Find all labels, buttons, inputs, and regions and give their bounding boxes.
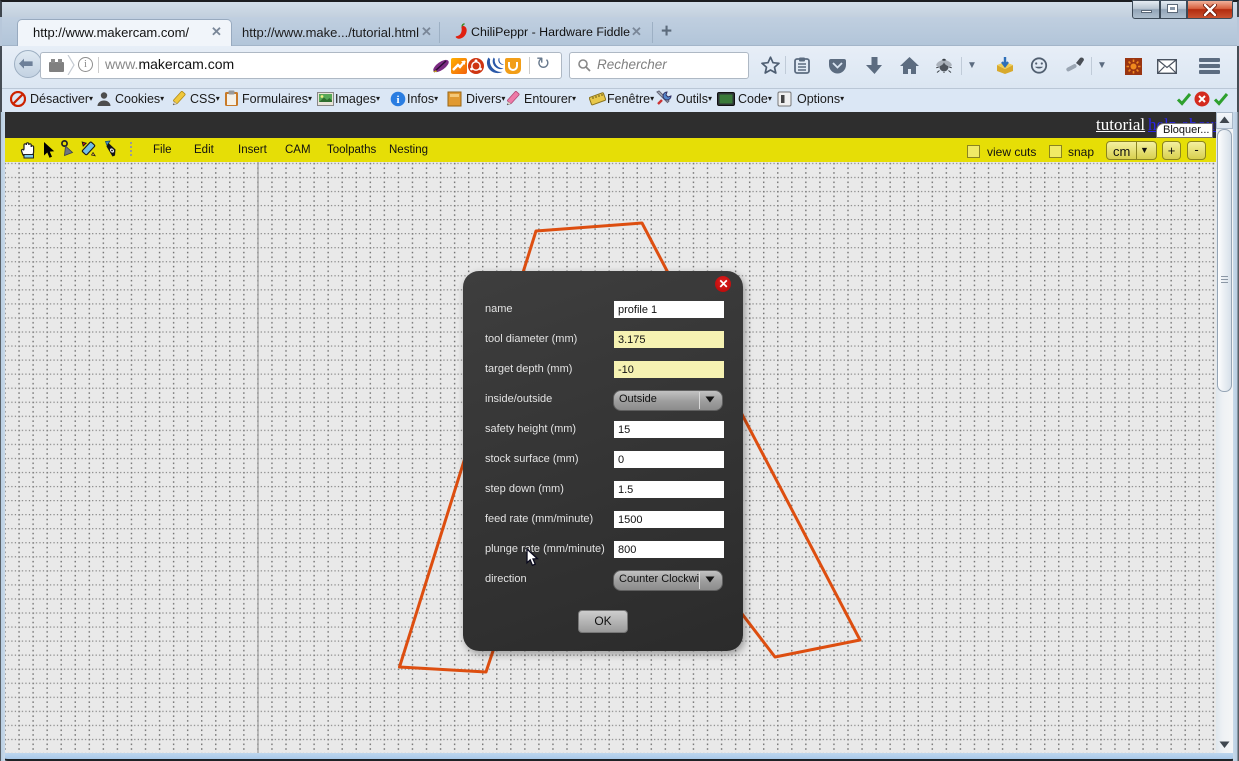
svg-text:i: i xyxy=(396,94,399,106)
